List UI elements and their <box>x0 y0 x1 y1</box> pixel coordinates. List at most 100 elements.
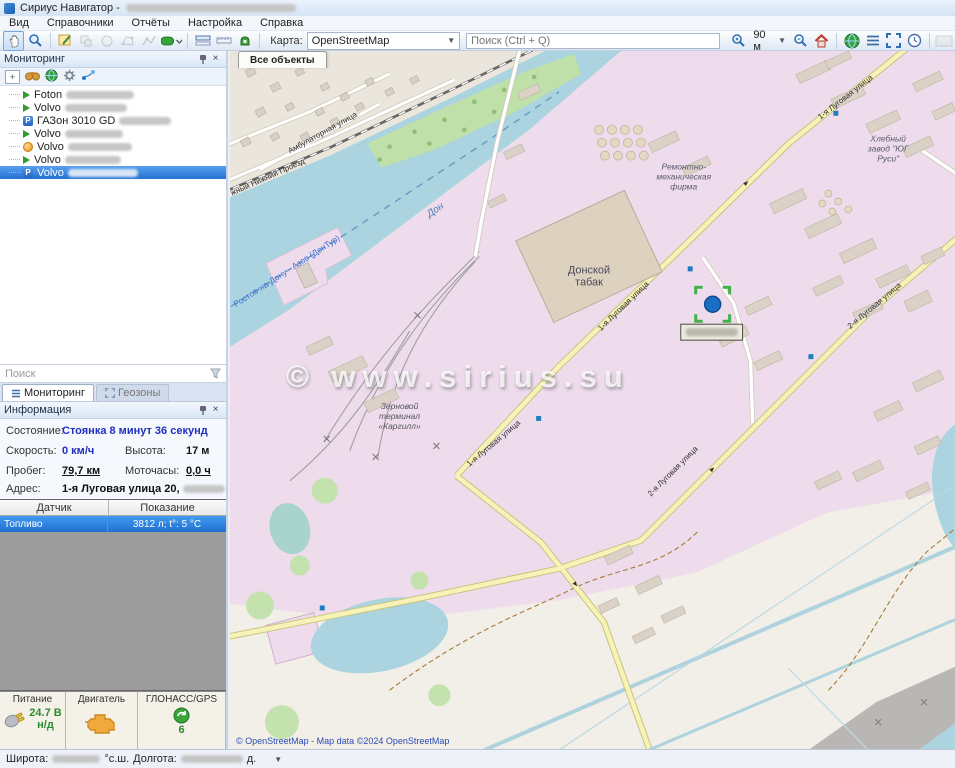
gps-satellites-icon <box>173 707 190 724</box>
clock-icon <box>907 33 922 48</box>
monitoring-toolbar: + <box>0 68 226 86</box>
chevron-down-icon[interactable]: ▼ <box>274 755 282 764</box>
sensor-name: Топливо <box>0 516 108 532</box>
vehicle-row[interactable]: Volvo <box>0 127 226 140</box>
close-icon[interactable]: × <box>209 53 222 65</box>
object-list-button[interactable] <box>863 32 882 50</box>
altitude-value: 17 м <box>186 445 209 457</box>
find-vehicle-button[interactable] <box>25 70 40 84</box>
engine-label: Двигатель <box>78 694 125 705</box>
vehicle-row[interactable]: Volvo <box>0 140 226 153</box>
speed-label: Скорость: <box>6 445 57 457</box>
map-edit-icon <box>58 33 73 48</box>
close-icon[interactable]: × <box>209 404 222 416</box>
moving-status-icon <box>23 104 30 112</box>
measure-area-button[interactable] <box>214 32 233 50</box>
vehicle-label: Volvo <box>37 141 64 153</box>
vehicle-row-selected[interactable]: PVolvo <box>0 166 226 179</box>
watermark: © www.sirius.su <box>286 359 630 395</box>
edit-map-button[interactable] <box>56 32 75 50</box>
map-select-label: Карта: <box>270 35 303 47</box>
polygon-tool-button[interactable] <box>119 32 138 50</box>
zoom-scale-select[interactable]: 90 м ▼ <box>749 28 790 54</box>
power-voltage: 24.7 В <box>29 707 61 719</box>
fit-corners-icon <box>886 33 901 48</box>
tree-filter-input[interactable]: Поиск <box>0 364 226 383</box>
panel-tabs: Мониторинг Геозоны <box>0 383 226 402</box>
vehicle-position-dot <box>705 296 721 312</box>
sensor-table: Датчик Показание Топливо 3812 л; t°: 5 °… <box>0 500 226 532</box>
redacted-longitude <box>181 755 243 763</box>
map-provider-value: OpenStreetMap <box>312 35 390 47</box>
vehicle-row[interactable]: Volvo <box>0 101 226 114</box>
polyline-icon <box>142 34 156 48</box>
globe-icon <box>45 69 58 82</box>
engine-widget: Двигатель <box>66 692 138 749</box>
column-sensor[interactable]: Датчик <box>0 500 109 515</box>
pin-icon[interactable] <box>196 53 209 65</box>
fit-selection-button[interactable] <box>884 32 903 50</box>
home-icon <box>814 34 829 48</box>
state-value: Стоянка 8 минут 36 секунд <box>62 425 208 437</box>
vehicle-row[interactable]: PГАЗон 3010 GD <box>0 114 226 127</box>
map-tab-all-objects[interactable]: Все объекты <box>238 51 327 68</box>
route-button[interactable] <box>81 69 96 84</box>
menu-bar: Вид Справочники Отчёты Настройка Справка <box>0 16 955 31</box>
state-label: Состояние: <box>6 425 64 437</box>
menu-spravka[interactable]: Справка <box>251 17 312 29</box>
redacted-plate <box>65 130 123 138</box>
measure-button[interactable] <box>193 32 212 50</box>
expand-all-button[interactable]: + <box>5 70 20 84</box>
gps-count: 6 <box>178 724 184 736</box>
history-button[interactable] <box>905 32 924 50</box>
show-all-objects-button[interactable] <box>842 32 861 50</box>
monitoring-panel-header: Мониторинг × <box>0 51 226 68</box>
map-provider-select[interactable]: OpenStreetMap ▼ <box>307 32 460 50</box>
zoom-tool-button[interactable] <box>26 32 45 50</box>
sensor-row-fuel[interactable]: Топливо 3812 л; t°: 5 °C <box>0 516 226 532</box>
tab-geozones[interactable]: Геозоны <box>96 384 169 401</box>
vehicle-tree: Foton Volvo PГАЗон 3010 GD Volvo Volvo V… <box>0 86 226 364</box>
home-button[interactable] <box>812 32 831 50</box>
pin-icon[interactable] <box>196 404 209 416</box>
moving-status-icon <box>23 156 30 164</box>
redacted-title-text <box>126 4 296 12</box>
magnifier-icon <box>28 33 43 48</box>
vehicle-row[interactable]: Volvo <box>0 153 226 166</box>
polyline-tool-button[interactable] <box>140 32 159 50</box>
zoom-out-button[interactable] <box>791 32 810 50</box>
map-canvas[interactable]: 1-я Луговая улица 1-я Луговая улица 1-я … <box>230 51 955 749</box>
show-on-map-button[interactable] <box>45 69 58 85</box>
tab-monitoring-label: Мониторинг <box>24 387 85 399</box>
zoom-in-button[interactable] <box>729 32 748 50</box>
sensor-table-header: Датчик Показание <box>0 500 226 516</box>
mileage-value[interactable]: 79,7 км <box>62 465 100 477</box>
select-parent-button[interactable] <box>77 32 96 50</box>
tree-filter-placeholder: Поиск <box>5 368 35 380</box>
global-search-input[interactable] <box>466 33 720 49</box>
chevron-down-icon: ▼ <box>778 36 786 45</box>
settings-button[interactable] <box>63 69 76 85</box>
circle-select-icon <box>100 34 114 48</box>
mileage-label: Пробег: <box>6 465 46 477</box>
tab-monitoring[interactable]: Мониторинг <box>2 384 94 401</box>
menu-otchety[interactable]: Отчёты <box>123 17 179 29</box>
status-bar: Широта: °с.ш. Долгота: д. ▼ <box>0 749 955 768</box>
binoculars-icon <box>25 70 40 81</box>
pan-tool-button[interactable] <box>3 31 24 51</box>
menu-vid[interactable]: Вид <box>0 17 38 29</box>
menu-spravochniki[interactable]: Справочники <box>38 17 123 29</box>
fit-corners-icon <box>105 388 115 398</box>
geozone-lock-button[interactable] <box>235 32 254 50</box>
engine-hours-value[interactable]: 0,0 ч <box>186 465 211 477</box>
track-color-button[interactable] <box>161 32 182 50</box>
minimap-button[interactable] <box>935 32 954 50</box>
vehicle-row[interactable]: Foton <box>0 88 226 101</box>
info-panel-header: Информация × <box>0 402 226 419</box>
select-circle-button[interactable] <box>98 32 117 50</box>
latitude-suffix: °с.ш. <box>104 753 129 765</box>
redacted-plate <box>68 169 138 177</box>
column-value[interactable]: Показание <box>109 500 226 515</box>
zoom-scale-value: 90 м <box>753 29 775 53</box>
menu-nastroyka[interactable]: Настройка <box>179 17 251 29</box>
